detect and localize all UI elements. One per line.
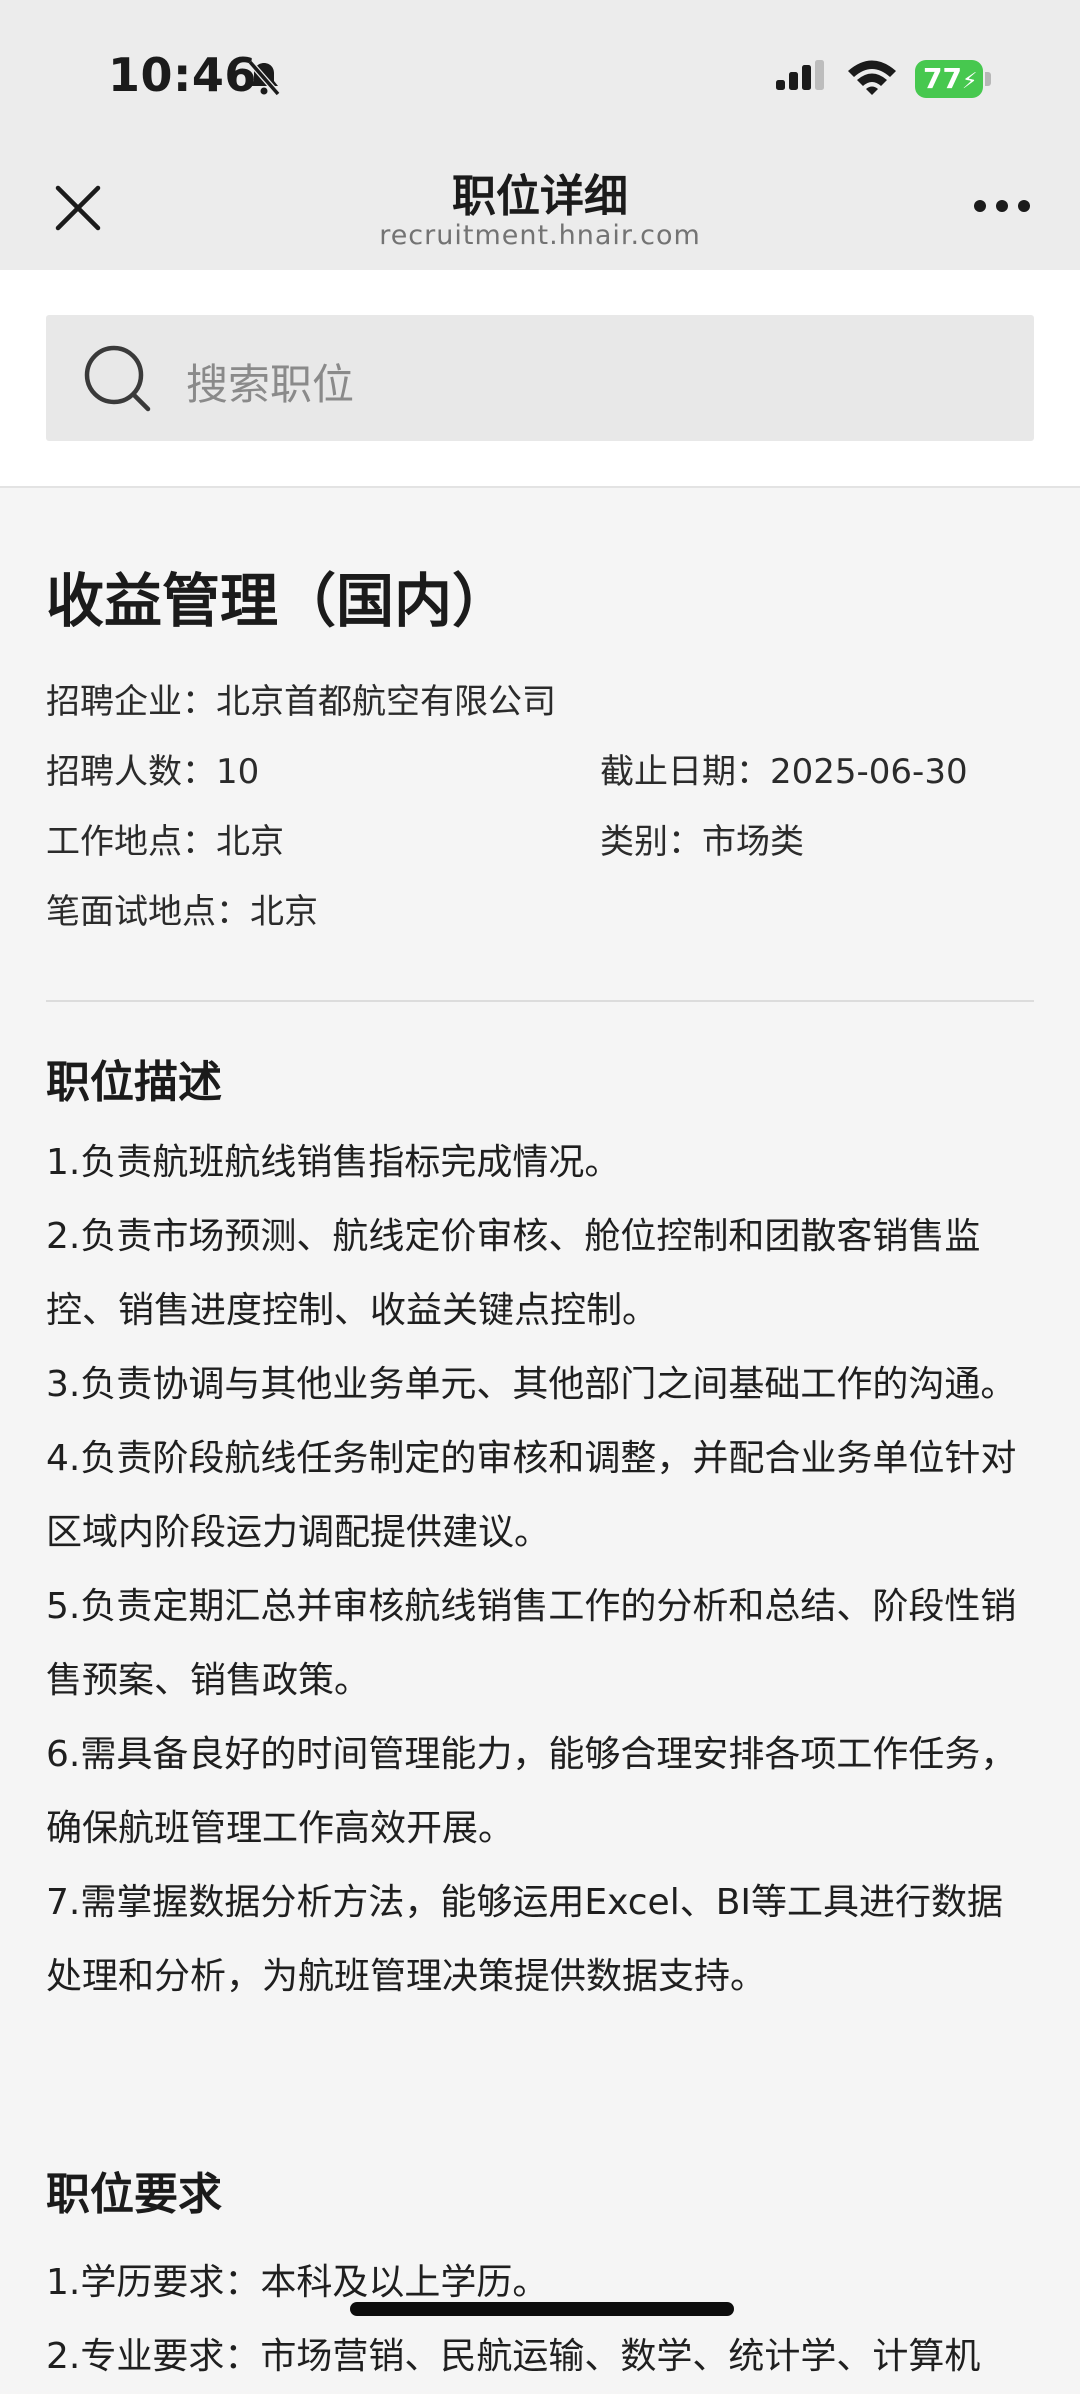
search-placeholder: 搜索职位 <box>186 360 355 409</box>
list-item: 6.需具备良好的时间管理能力，能够合理安排各项工作任务，确保航班管理工作高效开展… <box>46 1734 1017 1849</box>
battery-level: 77 <box>923 62 962 95</box>
status-time: 10:46 <box>108 48 257 102</box>
list-item: 7.需掌握数据分析方法，能够运用Excel、BI等工具进行数据处理和分析，为航班… <box>46 1882 1004 1997</box>
search-input[interactable]: 搜索职位 <box>46 315 1034 441</box>
job-category: 类别：市场类 <box>600 822 804 862</box>
page-domain: recruitment.hnair.com <box>379 220 701 251</box>
job-company: 招聘企业：北京首都航空有限公司 <box>46 682 556 722</box>
divider <box>46 1000 1034 1002</box>
list-item: 2.负责市场预测、航线定价审核、舱位控制和团散客销售监控、销售进度控制、收益关键… <box>46 1216 981 1331</box>
job-exam-location: 笔面试地点：北京 <box>46 892 318 932</box>
bell-off-icon <box>247 60 281 96</box>
list-item: 4.负责阶段航线任务制定的审核和调整，并配合业务单位针对区域内阶段运力调配提供建… <box>46 1438 1017 1553</box>
job-title: 收益管理（国内） <box>46 567 511 635</box>
search-area: 搜索职位 <box>0 270 1080 488</box>
list-item: 1.负责航班航线销售指标完成情况。 <box>46 1142 621 1183</box>
list-item: 5.负责定期汇总并审核航线销售工作的分析和总结、阶段性销售预案、销售政策。 <box>46 1586 1017 1701</box>
home-indicator[interactable] <box>350 2302 734 2316</box>
description-list: 1.负责航班航线销售指标完成情况。 2.负责市场预测、航线定价审核、舱位控制和团… <box>46 1126 1034 2014</box>
top-bar: 10:46 77⚡ 职位详细 recruitment.hnair.com <box>0 0 1080 270</box>
battery-charging-icon: 77⚡ <box>915 60 993 100</box>
job-location: 工作地点：北京 <box>46 822 284 862</box>
more-icon[interactable] <box>974 200 1030 214</box>
section-title-requirements: 职位要求 <box>46 2169 222 2220</box>
job-deadline: 截止日期：2025-06-30 <box>600 752 968 792</box>
wifi-icon <box>848 60 896 95</box>
list-item: 2.专业要求：市场营销、民航运输、数学、统计学、计算机 <box>46 2336 981 2377</box>
list-item: 3.负责协调与其他业务单元、其他部门之间基础工作的沟通。 <box>46 1364 1017 1405</box>
section-title-description: 职位描述 <box>46 1057 222 1108</box>
search-icon <box>84 345 151 412</box>
job-headcount: 招聘人数：10 <box>46 752 260 792</box>
page-title: 职位详细 <box>452 171 628 222</box>
signal-icon <box>776 60 824 90</box>
